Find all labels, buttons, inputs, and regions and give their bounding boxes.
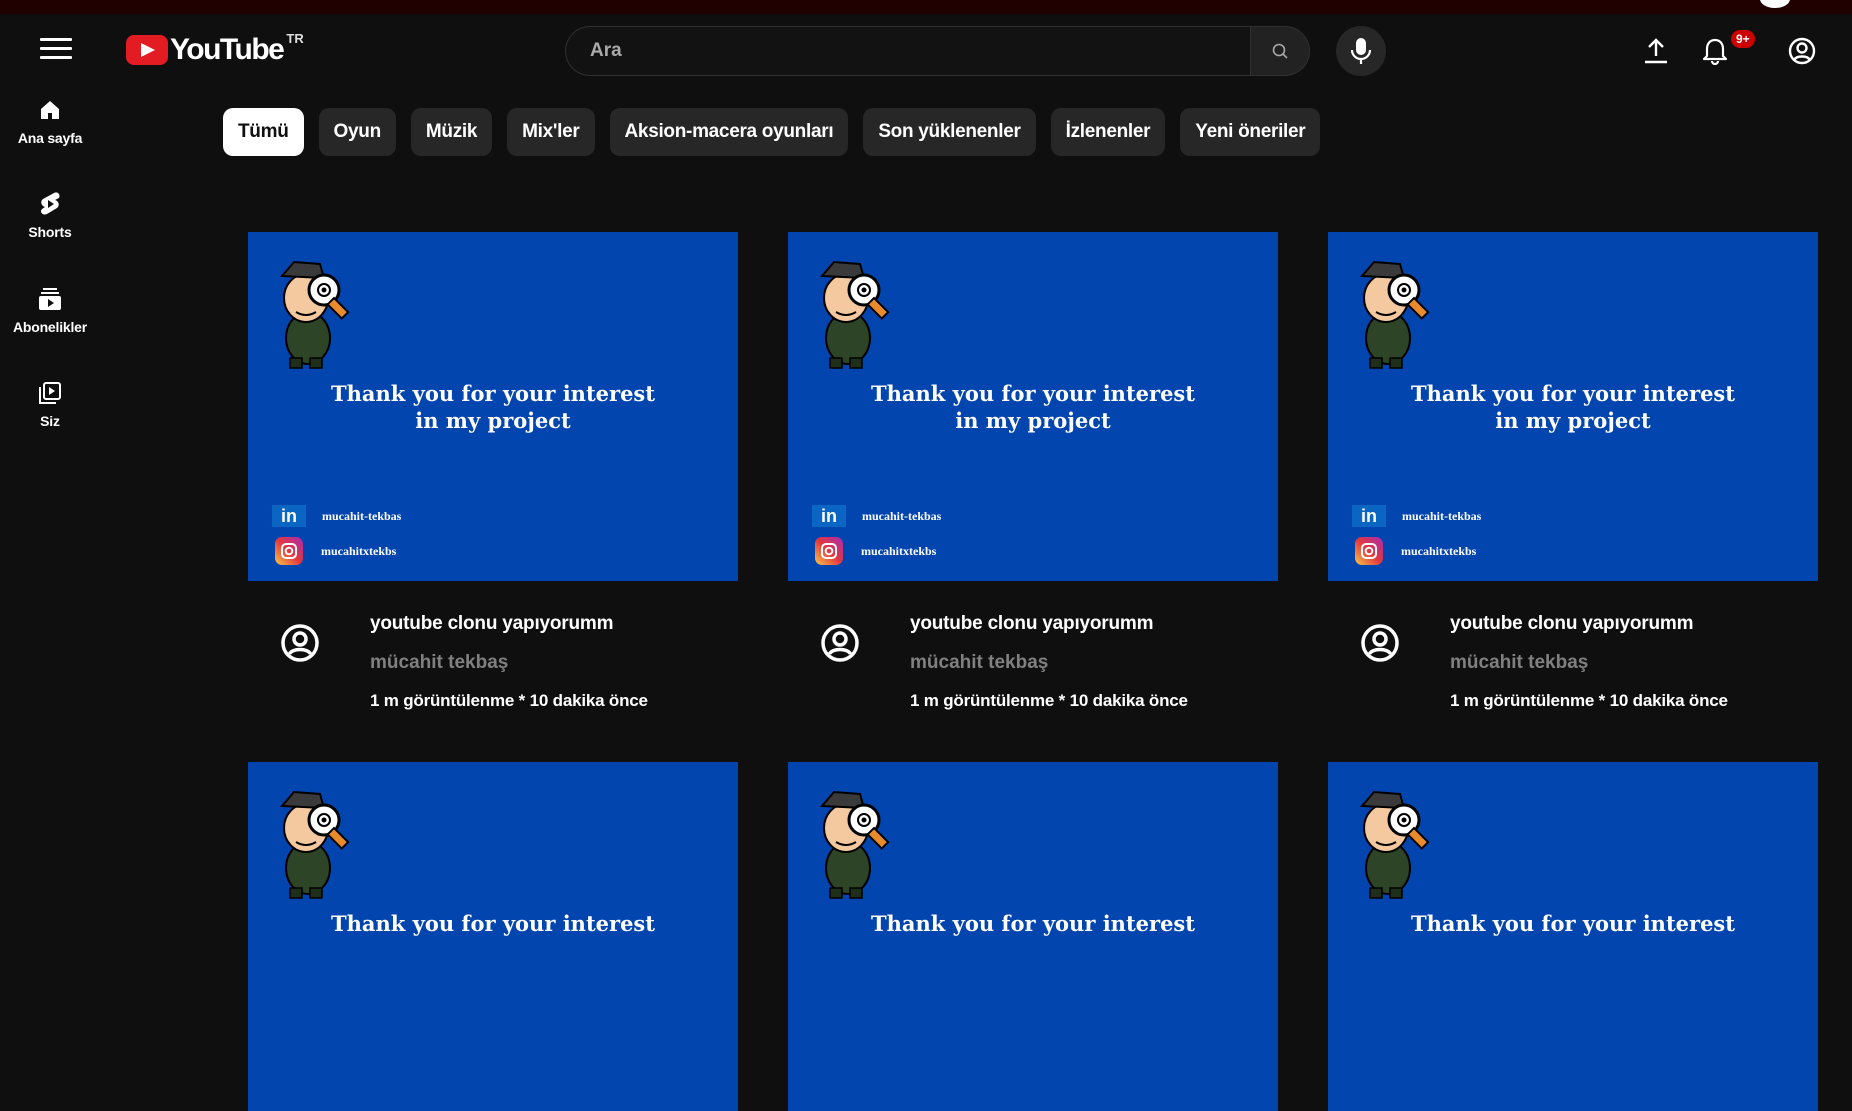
- chip-gaming[interactable]: Oyun: [318, 108, 396, 156]
- linkedin-icon: in: [1352, 505, 1386, 527]
- upload-icon: [1645, 38, 1667, 64]
- chip-recently-uploaded[interactable]: Son yüklenenler: [863, 108, 1036, 156]
- instagram-icon: [815, 537, 843, 565]
- video-title[interactable]: youtube clonu yapıyorumm: [1450, 613, 1693, 635]
- chip-music[interactable]: Müzik: [410, 108, 493, 156]
- detective-mascot-image: [279, 260, 350, 369]
- video-stats: 1 m görüntülenme * 10 dakika önce: [1450, 691, 1728, 710]
- search-input[interactable]: [565, 26, 1251, 76]
- chip-watched[interactable]: İzlenenler: [1050, 108, 1166, 156]
- video-card[interactable]: Thank you for your interest in my project…: [248, 232, 738, 741]
- video-title[interactable]: youtube clonu yapıyorumm: [910, 613, 1153, 635]
- search-icon: [1272, 43, 1288, 59]
- window-control-dot: [1760, 0, 1790, 8]
- instagram-row: mucahitxtekbs: [272, 537, 396, 565]
- detective-mascot-image: [819, 790, 890, 899]
- channel-name[interactable]: mücahit tekbaş: [1450, 652, 1588, 674]
- instagram-handle: mucahitxtekbs: [1401, 543, 1477, 558]
- linkedin-handle: mucahit-tekbas: [1402, 508, 1482, 523]
- thumbnail-text: Thank you for your interest: [1411, 911, 1735, 936]
- linkedin-row: in mucahit-tekbas: [812, 505, 941, 527]
- linkedin-handle: mucahit-tekbas: [322, 508, 402, 523]
- voice-search-button[interactable]: [1336, 26, 1386, 76]
- thumbnail-text: Thank you for your interest in my project: [1411, 381, 1735, 433]
- filter-chips: Tümü Oyun Müzik Mix'ler Aksion-macera oy…: [223, 108, 1321, 156]
- video-title[interactable]: youtube clonu yapıyorumm: [370, 613, 613, 635]
- notification-count-badge: 9+: [1731, 30, 1755, 48]
- video-card[interactable]: Thank you for your interest: [788, 762, 1278, 1111]
- sidebar-item-subscriptions[interactable]: Abonelikler: [0, 286, 100, 335]
- sidebar-item-label: Ana sayfa: [17, 130, 83, 146]
- linkedin-icon: in: [812, 505, 846, 527]
- instagram-handle: mucahitxtekbs: [321, 543, 397, 558]
- sidebar-item-home[interactable]: Ana sayfa: [0, 97, 100, 146]
- detective-mascot-image: [279, 790, 350, 899]
- account-button[interactable]: [1784, 33, 1820, 69]
- channel-name[interactable]: mücahit tekbaş: [910, 652, 1048, 674]
- video-thumbnail[interactable]: Thank you for your interest: [248, 762, 738, 1111]
- sidebar-item-label: Shorts: [28, 224, 72, 240]
- chip-new-to-you[interactable]: Yeni öneriler: [1180, 108, 1321, 156]
- region-code: TR: [286, 30, 304, 46]
- microphone-icon: [1350, 38, 1372, 64]
- sidebar-item-label: Abonelikler: [12, 319, 88, 335]
- thumbnail-text: Thank you for your interest: [331, 911, 655, 936]
- video-card[interactable]: Thank you for your interest: [1328, 762, 1818, 1111]
- youtube-play-icon: [126, 35, 168, 65]
- channel-avatar-icon[interactable]: [820, 623, 860, 663]
- video-card[interactable]: Thank you for your interest in my project…: [1328, 232, 1818, 741]
- chip-action-adventure[interactable]: Aksion-macera oyunları: [609, 108, 849, 156]
- linkedin-icon: in: [272, 505, 306, 527]
- channel-avatar-icon[interactable]: [280, 623, 320, 663]
- video-thumbnail[interactable]: Thank you for your interest in my project…: [1328, 232, 1818, 581]
- video-thumbnail[interactable]: Thank you for your interest: [1328, 762, 1818, 1111]
- menu-icon[interactable]: [40, 38, 72, 62]
- home-icon: [41, 101, 59, 119]
- thumbnail-text: Thank you for your interest: [871, 911, 1195, 936]
- video-thumbnail[interactable]: Thank you for your interest in my project…: [788, 232, 1278, 581]
- detective-mascot-image: [819, 260, 890, 369]
- video-card[interactable]: Thank you for your interest in my project…: [788, 232, 1278, 741]
- youtube-logo[interactable]: YouTube TR: [126, 30, 304, 68]
- thumbnail-text: Thank you for your interest in my project: [871, 381, 1195, 433]
- sidebar-item-label: Siz: [40, 413, 60, 429]
- detective-mascot-image: [1359, 790, 1430, 899]
- library-icon: [39, 382, 61, 404]
- search-button[interactable]: [1250, 26, 1310, 76]
- linkedin-row: in mucahit-tekbas: [272, 505, 401, 527]
- thumbnail-text: Thank you for your interest in my project: [331, 381, 655, 433]
- video-stats: 1 m görüntülenme * 10 dakika önce: [370, 691, 648, 710]
- detective-mascot-image: [1359, 260, 1430, 369]
- linkedin-handle: mucahit-tekbas: [862, 508, 942, 523]
- video-card[interactable]: Thank you for your interest: [248, 762, 738, 1111]
- shorts-icon: [40, 192, 60, 215]
- instagram-row: mucahitxtekbs: [1352, 537, 1476, 565]
- instagram-icon: [275, 537, 303, 565]
- logo-text: YouTube: [170, 33, 285, 66]
- window-top-strip: [0, 0, 1852, 14]
- video-stats: 1 m görüntülenme * 10 dakika önce: [910, 691, 1188, 710]
- sidebar-item-you[interactable]: Siz: [0, 380, 100, 429]
- chip-mixes[interactable]: Mix'ler: [507, 108, 595, 156]
- account-circle-icon: [1788, 37, 1816, 65]
- instagram-icon: [1355, 537, 1383, 565]
- bell-icon: [1702, 38, 1728, 65]
- linkedin-row: in mucahit-tekbas: [1352, 505, 1481, 527]
- chip-all[interactable]: Tümü: [223, 108, 304, 156]
- subscriptions-icon: [39, 288, 61, 310]
- channel-name[interactable]: mücahit tekbaş: [370, 652, 508, 674]
- notifications-button[interactable]: [1697, 33, 1733, 69]
- sidebar-item-shorts[interactable]: Shorts: [0, 191, 100, 240]
- instagram-row: mucahitxtekbs: [812, 537, 936, 565]
- upload-button[interactable]: [1638, 33, 1674, 69]
- video-thumbnail[interactable]: Thank you for your interest: [788, 762, 1278, 1111]
- video-thumbnail[interactable]: Thank you for your interest in my project…: [248, 232, 738, 581]
- instagram-handle: mucahitxtekbs: [861, 543, 937, 558]
- search-bar: [565, 26, 1310, 76]
- channel-avatar-icon[interactable]: [1360, 623, 1400, 663]
